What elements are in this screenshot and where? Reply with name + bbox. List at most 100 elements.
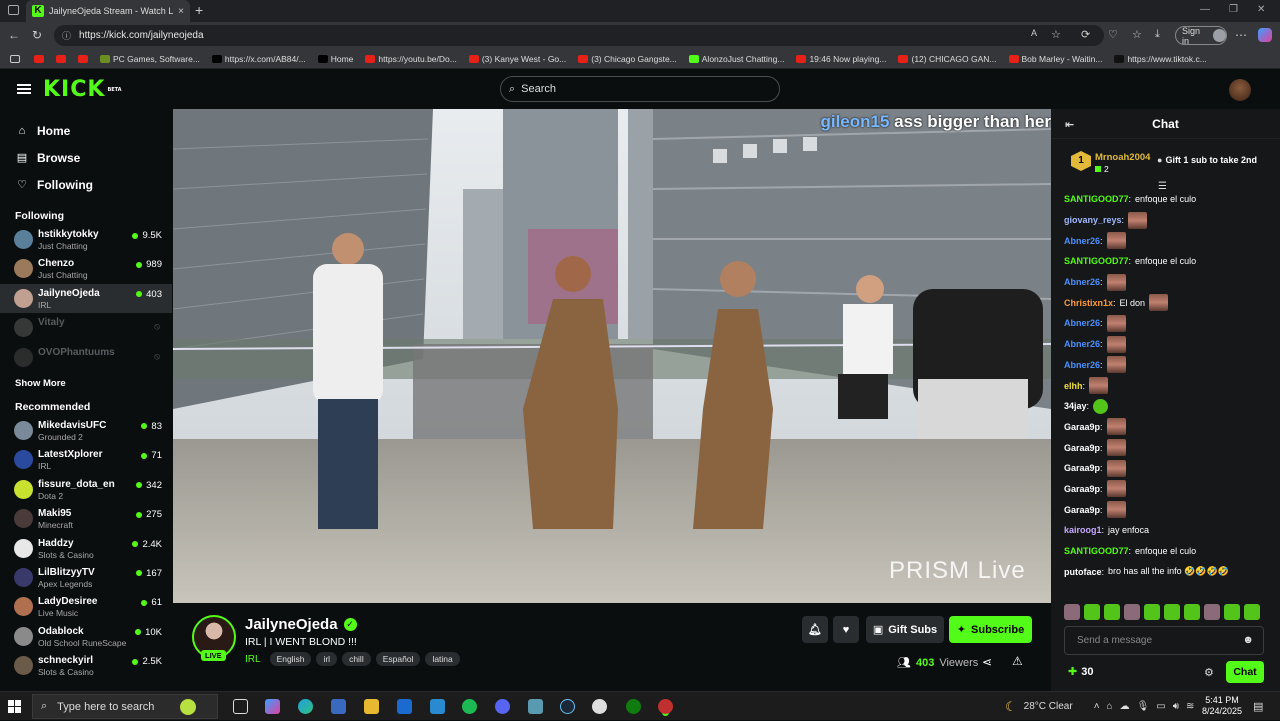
bookmark-item[interactable]: PC Games, Software...	[100, 54, 200, 64]
xbox-icon[interactable]	[626, 699, 641, 714]
search-input[interactable]: ⌕ Search	[500, 76, 780, 102]
sidebar-channel-hstikkytokky[interactable]: hstikkytokky Just Chatting 9.5K	[0, 225, 172, 254]
bookmark-item[interactable]: (3) Kanye West - Go...	[468, 54, 566, 64]
wifi-icon[interactable]: ≋	[1186, 701, 1194, 712]
extensions-icon[interactable]: ⟳	[1081, 28, 1090, 41]
url-field[interactable]: ⓘ https://kick.com/jailyneojeda	[54, 25, 1104, 46]
onedrive-icon[interactable]: ☁	[1120, 701, 1130, 712]
network-icon[interactable]: ⌂	[1107, 701, 1113, 712]
emote-icon[interactable]	[1204, 604, 1220, 620]
sidebar-channel-ladydesiree[interactable]: LadyDesiree Live Music 61	[0, 592, 172, 621]
site-info-icon[interactable]: ⓘ	[62, 29, 71, 42]
stream-tag[interactable]: English	[269, 652, 312, 666]
sidebar-channel-odablock[interactable]: Odablock Old School RuneScape 10K	[0, 622, 172, 651]
discord-icon[interactable]	[495, 699, 510, 714]
spotify-icon[interactable]	[462, 699, 477, 714]
chat-username[interactable]: giovany_reys	[1064, 215, 1122, 225]
follow-heart-button[interactable]: ♥	[833, 616, 859, 643]
weather-text[interactable]: 28°C Clear	[1024, 701, 1073, 712]
emote-icon[interactable]	[1144, 604, 1160, 620]
sidebar-channel-fissure_dota_en[interactable]: fissure_dota_en Dota 2 342	[0, 475, 172, 504]
stream-tag[interactable]: Español	[375, 652, 421, 666]
copilot-app-icon[interactable]	[265, 699, 280, 714]
chat-username[interactable]: Garaa9p	[1064, 505, 1100, 515]
emote-icon[interactable]	[1124, 604, 1140, 620]
sidebar-channel-mikedavisufc[interactable]: MikedavisUFC Grounded 2 83	[0, 416, 172, 445]
chat-settings-gear-icon[interactable]: ⚙	[1204, 666, 1214, 679]
edge-icon[interactable]	[298, 699, 313, 714]
stream-tag[interactable]: chill	[342, 652, 371, 666]
gift-leaderboard[interactable]: 1 Mrnoah2004 2 Gift 1 sub to take 2nd	[1063, 149, 1273, 177]
hamburger-menu-icon[interactable]	[17, 84, 31, 94]
bookmark-item[interactable]: https://x.com/AB84/...	[211, 54, 306, 64]
chat-username[interactable]: Abner26	[1064, 236, 1100, 246]
browser-tab[interactable]: K JailyneOjeda Stream - Watch Live ×	[26, 0, 190, 22]
app-icon[interactable]	[658, 699, 673, 714]
bookmark-item[interactable]: AlonzoJust Chatting...	[688, 54, 784, 64]
chat-username[interactable]: Abner26	[1064, 277, 1100, 287]
emote-icon[interactable]	[1184, 604, 1200, 620]
read-aloud-icon[interactable]: A	[1031, 28, 1037, 38]
chat-username[interactable]: Garaa9p	[1064, 422, 1100, 432]
bookmark-item[interactable]	[34, 54, 44, 63]
start-menu-icon[interactable]	[8, 700, 21, 713]
report-icon[interactable]: ⚠	[1012, 654, 1023, 668]
more-menu-icon[interactable]: ⋯	[1235, 28, 1247, 42]
chat-username[interactable]: putoface	[1064, 567, 1102, 577]
bookmark-item[interactable]: (3) Chicago Gangste...	[578, 54, 677, 64]
sidebar-channel-chenzo[interactable]: Chenzo Just Chatting 989	[0, 254, 172, 283]
sidebar-channel-vitaly[interactable]: Vitaly ⦸	[0, 313, 172, 342]
maximize-icon[interactable]: ❐	[1229, 4, 1238, 15]
refresh-icon[interactable]: ↻	[32, 28, 42, 42]
user-avatar[interactable]	[1229, 79, 1251, 101]
sign-in-button[interactable]: Sign in	[1175, 26, 1227, 46]
tab-close-icon[interactable]: ×	[178, 6, 184, 17]
battery-icon[interactable]: ▭	[1156, 701, 1165, 712]
bookmark-item[interactable]	[56, 54, 66, 63]
bookmark-item[interactable]: Bob Marley - Waitin...	[1008, 54, 1102, 64]
steam-icon[interactable]	[560, 699, 575, 714]
copilot-icon[interactable]	[1258, 28, 1272, 42]
notifications-icon[interactable]: ▤	[1253, 700, 1263, 713]
sidebar-channel-jailyneojeda[interactable]: JailyneOjeda IRL 403	[0, 283, 172, 314]
emoji-picker-icon[interactable]: ☻	[1242, 634, 1254, 646]
bookmark-item[interactable]: 19:46 Now playing...	[796, 54, 886, 64]
stream-tag[interactable]: irl	[316, 652, 338, 666]
sidebar-channel-ovophantuums[interactable]: OVOPhantuums ⦸	[0, 343, 172, 372]
tray-chevron-icon[interactable]: ˄	[1094, 701, 1100, 712]
chat-username[interactable]: Garaa9p	[1064, 484, 1100, 494]
speaker-icon[interactable]: 🔊︎	[1173, 701, 1179, 712]
new-tab-button[interactable]: +	[195, 2, 203, 18]
chat-username[interactable]: SANTIGOOD77	[1064, 546, 1129, 556]
app-icon[interactable]	[592, 699, 607, 714]
task-view-icon[interactable]	[233, 699, 248, 714]
chat-username[interactable]: 34jay	[1064, 401, 1087, 411]
browser-essentials-icon[interactable]: ♡	[1108, 28, 1118, 41]
emote-icon[interactable]	[1224, 604, 1240, 620]
chat-message-input[interactable]: Send a message ☻	[1064, 626, 1264, 655]
outlook-icon[interactable]	[397, 699, 412, 714]
sidebar-nav-following[interactable]: ♡ Following	[0, 171, 172, 198]
sidebar-channel-latestxplorer[interactable]: LatestXplorer IRL 71	[0, 445, 172, 474]
collections-icon[interactable]: ☆	[1132, 28, 1142, 41]
emote-icon[interactable]	[1244, 604, 1260, 620]
sidebar-nav-browse[interactable]: ▤ Browse	[0, 144, 172, 171]
bookmark-item[interactable]: (12) CHICAGO GAN...	[898, 54, 997, 64]
minimize-icon[interactable]: —	[1200, 4, 1210, 15]
store-icon[interactable]	[331, 699, 346, 714]
show-more-button[interactable]: Show More	[0, 372, 172, 396]
chat-username[interactable]: SANTIGOOD77	[1064, 194, 1129, 204]
bookmark-item[interactable]	[78, 54, 88, 63]
stream-category-link[interactable]: IRL	[245, 654, 261, 665]
file-explorer-icon[interactable]	[364, 699, 379, 714]
bookmark-item[interactable]: Home	[317, 54, 353, 64]
subscribe-button[interactable]: ✦ Subscribe	[949, 616, 1032, 643]
channel-points[interactable]: ✚ 30	[1068, 665, 1093, 679]
share-icon[interactable]: ⋖	[982, 655, 992, 669]
chat-username[interactable]: Christixn1x	[1064, 298, 1113, 308]
chat-username[interactable]: SANTIGOOD77	[1064, 256, 1129, 266]
chat-username[interactable]: Abner26	[1064, 339, 1100, 349]
bookmark-item[interactable]: https://youtu.be/Do...	[365, 54, 457, 64]
video-player[interactable]: gileon15 ass bigger than her PRISM Live	[173, 109, 1051, 603]
sidebar-channel-lilblitzyytv[interactable]: LilBlitzyyTV Apex Legends 167	[0, 563, 172, 592]
